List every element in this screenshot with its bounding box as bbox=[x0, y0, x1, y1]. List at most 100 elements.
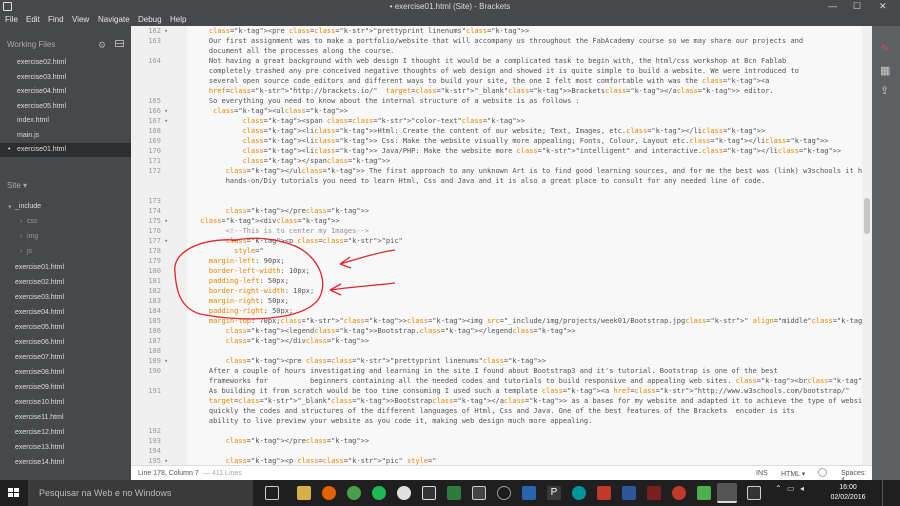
task-view-icon[interactable] bbox=[265, 486, 279, 500]
menu-debug[interactable]: Debug bbox=[138, 15, 162, 24]
code-line[interactable]: 179 margin-left: 90px; bbox=[131, 256, 872, 266]
menu-file[interactable]: File bbox=[5, 15, 18, 24]
working-file-item[interactable]: index.html bbox=[17, 117, 49, 124]
code-line[interactable]: 173 bbox=[131, 196, 872, 206]
menu-find[interactable]: Find bbox=[48, 15, 64, 24]
code-line[interactable]: 172 class="k-tag"></ulclass="k-tag">> Th… bbox=[131, 166, 872, 176]
site-title[interactable]: Site ▾ bbox=[7, 181, 27, 190]
code-line[interactable]: 181 padding-left: 50px; bbox=[131, 276, 872, 286]
network-icon[interactable]: ▭ bbox=[787, 484, 795, 493]
folder-arrow-icon[interactable]: ▾ bbox=[8, 203, 12, 211]
processing-icon[interactable]: P bbox=[547, 486, 561, 500]
site-file-item[interactable]: exercise11.html bbox=[15, 414, 64, 421]
code-line[interactable]: 182 border-right-width: 10px; bbox=[131, 286, 872, 296]
file-icon[interactable]: ⇪ bbox=[880, 84, 889, 97]
app-icon-redcircle[interactable] bbox=[672, 486, 686, 500]
site-file-item[interactable]: exercise13.html bbox=[15, 444, 64, 451]
code-line[interactable]: 170 class="k-tag"><liclass="k-tag">> Jav… bbox=[131, 146, 872, 156]
app-icon-window[interactable] bbox=[747, 486, 761, 500]
code-line[interactable]: 189 ▾ class="k-tag"><pre class=class="k-s… bbox=[131, 356, 872, 366]
vertical-scrollbar[interactable] bbox=[862, 26, 872, 465]
code-line[interactable]: 168 class="k-tag"><liclass="k-tag">>Html… bbox=[131, 126, 872, 136]
code-line[interactable]: 187 class="k-tag"></divclass="k-tag">> bbox=[131, 336, 872, 346]
brackets-taskbar-icon[interactable] bbox=[717, 483, 737, 503]
windows-start-icon[interactable] bbox=[8, 488, 20, 498]
code-line[interactable]: 194 bbox=[131, 446, 872, 456]
folder-arrow-icon[interactable]: › bbox=[20, 233, 22, 240]
fold-arrow-icon[interactable]: ▾ bbox=[164, 356, 168, 366]
site-file-item[interactable]: exercise10.html bbox=[15, 399, 64, 406]
extension-manager-icon[interactable]: ▦ bbox=[880, 64, 890, 77]
code-line[interactable]: 175 ▾ class="k-tag"><divclass="k-tag">> bbox=[131, 216, 872, 226]
code-line[interactable]: 186 class="k-tag"><legendclass="k-tag">>… bbox=[131, 326, 872, 336]
app-icon-round[interactable] bbox=[497, 486, 511, 500]
site-file-item[interactable]: exercise06.html bbox=[15, 339, 64, 346]
code-line[interactable]: 167 ▾ class="k-tag"><span class=class="k-… bbox=[131, 116, 872, 126]
folder-img[interactable]: img bbox=[27, 233, 38, 240]
itunes-icon[interactable] bbox=[397, 486, 411, 500]
folder-css[interactable]: css bbox=[27, 218, 38, 225]
menu-navigate[interactable]: Navigate bbox=[98, 15, 130, 24]
fold-arrow-icon[interactable]: ▾ bbox=[164, 106, 168, 116]
working-file-item[interactable]: exercise04.html bbox=[17, 88, 66, 95]
code-line[interactable]: 183 margin-right: 50px; bbox=[131, 296, 872, 306]
gear-icon[interactable]: ⚙ bbox=[98, 40, 106, 51]
code-line[interactable]: 180 border-left-width: 10px; bbox=[131, 266, 872, 276]
working-file-item[interactable]: exercise05.html bbox=[17, 103, 66, 110]
linter-status-icon[interactable] bbox=[818, 468, 827, 477]
code-line[interactable]: 164 Not having a great background with w… bbox=[131, 56, 872, 66]
site-file-item[interactable]: exercise03.html bbox=[15, 294, 64, 301]
site-file-item[interactable]: exercise12.html bbox=[15, 429, 64, 436]
site-file-item[interactable]: exercise14.html bbox=[15, 459, 64, 466]
code-line[interactable]: 165 So everything you need to know about… bbox=[131, 96, 872, 106]
app-icon-dark[interactable] bbox=[472, 486, 486, 500]
maximize-button[interactable]: ☐ bbox=[853, 1, 861, 12]
code-line[interactable]: 174 class="k-tag"></preclass="k-tag">> bbox=[131, 206, 872, 216]
code-line[interactable]: 163 Our first assignment was to make a p… bbox=[131, 36, 872, 46]
code-line[interactable]: 169 class="k-tag"><liclass="k-tag">> Css… bbox=[131, 136, 872, 146]
folder-arrow-icon[interactable]: › bbox=[20, 248, 22, 255]
taskbar-clock[interactable]: 16:00 02/02/2016 bbox=[818, 483, 878, 503]
code-line[interactable]: document all the processes along the cou… bbox=[131, 46, 872, 56]
app-icon-blue[interactable] bbox=[522, 486, 536, 500]
fold-arrow-icon[interactable]: ▾ bbox=[164, 26, 168, 36]
minimize-button[interactable]: — bbox=[828, 1, 837, 11]
code-line[interactable]: 193 class="k-tag"></preclass="k-tag">> bbox=[131, 436, 872, 446]
close-button[interactable]: ✕ bbox=[879, 1, 887, 12]
code-line[interactable]: ability to live preview your website as … bbox=[131, 416, 872, 426]
site-file-item[interactable]: exercise05.html bbox=[15, 324, 64, 331]
code-line[interactable]: href=class="k-str">"http://brackets.io/"… bbox=[131, 86, 872, 96]
working-file-item-active[interactable]: exercise01.html bbox=[17, 146, 66, 153]
code-line[interactable]: 188 bbox=[131, 346, 872, 356]
menu-help[interactable]: Help bbox=[170, 15, 186, 24]
app-icon-maroon[interactable] bbox=[647, 486, 661, 500]
fold-arrow-icon[interactable]: ▾ bbox=[164, 236, 168, 246]
code-line[interactable]: completely trashed any pre conceived neg… bbox=[131, 66, 872, 76]
insert-mode[interactable]: INS bbox=[756, 470, 768, 477]
word-icon[interactable] bbox=[622, 486, 636, 500]
code-line[interactable]: 192 bbox=[131, 426, 872, 436]
site-file-item[interactable]: exercise07.html bbox=[15, 354, 64, 361]
taskbar-search[interactable]: Pesquisar na Web e no Windows bbox=[28, 480, 253, 506]
code-editor[interactable]: 162 ▾ class="k-tag"><pre class=class="k-s… bbox=[131, 26, 872, 465]
site-file-item[interactable]: exercise09.html bbox=[15, 384, 64, 391]
code-line[interactable]: 185 margin-top: 70px;class="k-str">"clas… bbox=[131, 316, 872, 326]
code-line[interactable]: 191 As building it from scratch would be… bbox=[131, 386, 872, 396]
folder-include[interactable]: _include bbox=[15, 203, 41, 210]
menu-view[interactable]: View bbox=[72, 15, 89, 24]
spotify-icon[interactable] bbox=[372, 486, 386, 500]
code-line[interactable]: 195 ▾ class="k-tag"><p class=class="k-str… bbox=[131, 456, 872, 465]
code-line[interactable]: several open source code editors and dif… bbox=[131, 76, 872, 86]
fold-arrow-icon[interactable]: ▾ bbox=[164, 216, 168, 226]
site-file-item[interactable]: exercise02.html bbox=[15, 279, 64, 286]
file-explorer-icon[interactable] bbox=[297, 486, 311, 500]
code-line[interactable]: 190 After a couple of hours investigatin… bbox=[131, 366, 872, 376]
app-icon-red[interactable] bbox=[597, 486, 611, 500]
firefox-icon[interactable] bbox=[322, 486, 336, 500]
menu-edit[interactable]: Edit bbox=[26, 15, 40, 24]
code-line[interactable]: 177 ▾ class="k-tag"><p class=class="k-str… bbox=[131, 236, 872, 246]
tray-chevron-icon[interactable]: ⌃ bbox=[775, 484, 782, 493]
split-view-icon[interactable] bbox=[115, 40, 124, 47]
scrollbar-thumb[interactable] bbox=[864, 198, 870, 234]
fold-arrow-icon[interactable]: ▾ bbox=[164, 116, 168, 126]
